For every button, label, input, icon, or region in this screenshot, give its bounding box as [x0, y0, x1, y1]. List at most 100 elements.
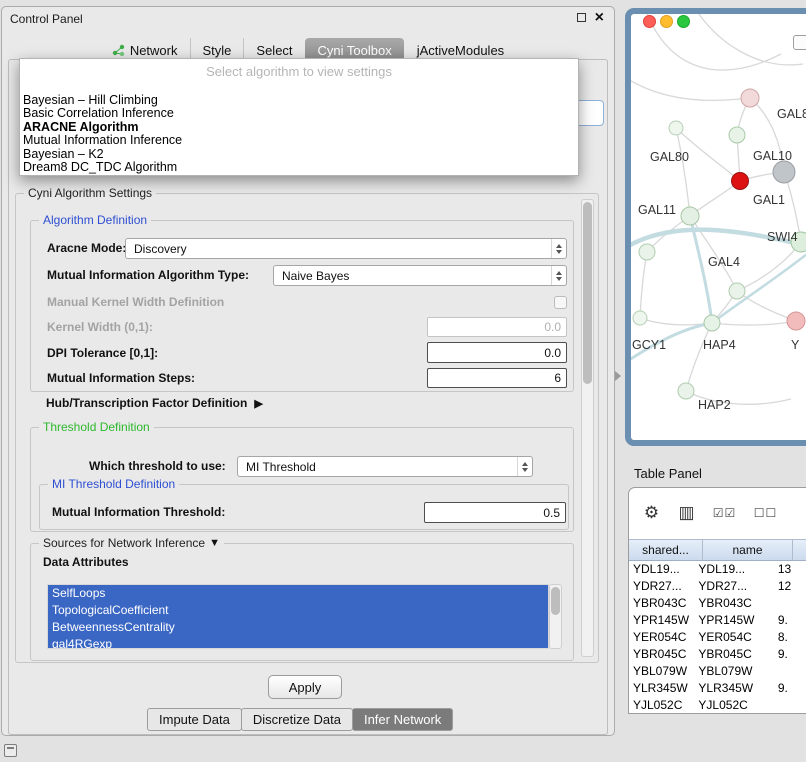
network-edge — [631, 76, 750, 100]
cell: YBL079W — [694, 663, 773, 680]
cell: YBR045C — [629, 646, 694, 663]
close-icon[interactable]: × — [595, 12, 604, 23]
hub-definition-label: Hub/Transcription Factor Definition — [46, 396, 247, 410]
gear-icon[interactable]: ⚙ — [641, 502, 662, 524]
combo-stepper-icon — [517, 457, 532, 476]
mi-steps-input[interactable] — [427, 368, 567, 388]
dropdown-item-basic-correlation[interactable]: Basic Correlation Inference — [20, 107, 578, 120]
algorithm-definition-title-text: Algorithm Definition — [43, 213, 147, 228]
tab-impute-data[interactable]: Impute Data — [147, 708, 242, 731]
threshold-definition-title: Threshold Definition — [39, 420, 154, 435]
table-row[interactable]: YPR145W YPR145W 9. — [629, 612, 806, 629]
dropdown-items: Bayesian – Hill Climbing Basic Correlati… — [20, 94, 578, 174]
mi-threshold-definition-title: MI Threshold Definition — [48, 477, 179, 492]
column-header-extra[interactable] — [793, 539, 806, 561]
network-node[interactable] — [669, 121, 683, 135]
dropdown-item-bayesian-k2[interactable]: Bayesian – K2 — [20, 148, 578, 161]
cell: YER054C — [694, 629, 773, 646]
dropdown-item-aracne[interactable]: ARACNE Algorithm — [20, 121, 578, 134]
dpi-tolerance-input[interactable] — [427, 342, 567, 363]
table-row[interactable]: YDL19... YDL19... 13 — [629, 561, 806, 578]
network-node[interactable] — [678, 383, 694, 399]
list-scrollbar[interactable] — [549, 584, 562, 649]
network-tab-icon — [112, 44, 125, 57]
minimize-traffic-light-icon[interactable] — [660, 15, 673, 28]
mi-threshold-definition-title-text: MI Threshold Definition — [52, 477, 175, 492]
list-item-gal4rgexp[interactable]: gal4RGexp — [48, 636, 548, 649]
column-header-name[interactable]: name — [703, 539, 793, 561]
network-node[interactable] — [729, 283, 745, 299]
settings-scrollbar[interactable] — [581, 199, 594, 657]
mi-steps-label: Mutual Information Steps: — [47, 368, 195, 389]
columns-icon[interactable]: ▥ — [676, 502, 697, 524]
kernel-width-input[interactable] — [427, 317, 567, 337]
cell: 8. — [774, 629, 806, 646]
table-row[interactable]: YER054C YER054C 8. — [629, 629, 806, 646]
tab-infer-network[interactable]: Infer Network — [352, 708, 453, 731]
manual-kernel-checkbox[interactable] — [554, 296, 567, 309]
dropdown-item-mutual-information[interactable]: Mutual Information Inference — [20, 134, 578, 147]
panel-toggle-icon[interactable] — [4, 744, 17, 757]
column-header-shared-name[interactable]: shared... — [629, 539, 703, 561]
network-node[interactable] — [732, 173, 749, 190]
mi-algorithm-type-combobox[interactable]: Naive Bayes — [273, 265, 567, 286]
algorithm-dropdown: Select algorithm to view settings Bayesi… — [19, 58, 579, 176]
window-buttons: × — [577, 12, 604, 23]
chevron-right-icon: ▶ — [254, 397, 262, 410]
network-node[interactable] — [681, 207, 699, 225]
network-edge — [712, 321, 796, 325]
cell: YLR345W — [694, 680, 773, 697]
list-item-selfloops[interactable]: SelfLoops — [48, 585, 548, 602]
node-label: HAP2 — [698, 398, 731, 412]
data-attributes-label: Data Attributes — [43, 552, 129, 573]
which-threshold-label: Which threshold to use: — [89, 456, 226, 477]
list-item-topologicalcoefficient[interactable]: TopologicalCoefficient — [48, 602, 548, 619]
aracne-mode-combobox[interactable]: Discovery — [125, 238, 567, 259]
mi-threshold-label: Mutual Information Threshold: — [52, 502, 225, 523]
mi-threshold-input[interactable] — [424, 502, 566, 523]
list-scrollbar-thumb[interactable] — [551, 587, 560, 615]
combo-stepper-icon — [551, 266, 566, 285]
zoom-traffic-light-icon[interactable] — [677, 15, 690, 28]
cell: 13 — [774, 561, 806, 578]
which-threshold-value: MI Threshold — [246, 460, 517, 474]
view-corner-button[interactable] — [793, 35, 806, 50]
network-node[interactable] — [787, 312, 805, 330]
dropdown-item-bayesian-hill-climbing[interactable]: Bayesian – Hill Climbing — [20, 94, 578, 107]
hub-definition-toggle[interactable]: Hub/Transcription Factor Definition ▶ — [46, 396, 263, 410]
network-node[interactable] — [639, 244, 655, 260]
float-window-icon[interactable] — [577, 13, 586, 22]
table-panel-title: Table Panel — [634, 466, 702, 481]
deselect-all-columns-icon[interactable]: ☐☐ — [752, 502, 779, 524]
node-label: Y — [791, 338, 800, 352]
table-row[interactable]: YBR043C YBR043C — [629, 595, 806, 612]
table-row[interactable]: YJL052C YJL052C — [629, 697, 806, 714]
network-view-window: GAL80GAL80GAL10GAL1GAL11SWI4GAL4GCY1HAP4… — [625, 8, 806, 446]
node-label: GAL80 — [777, 107, 806, 121]
network-node[interactable] — [633, 311, 647, 325]
settings-scrollbar-thumb[interactable] — [583, 202, 592, 384]
dropdown-item-dream8[interactable]: Dream8 DC_TDC Algorithm — [20, 161, 578, 174]
mi-type-value: Naive Bayes — [282, 269, 551, 283]
cell: YLR345W — [629, 680, 694, 697]
table-row[interactable]: YBL079W YBL079W — [629, 663, 806, 680]
network-canvas[interactable]: GAL80GAL80GAL10GAL1GAL11SWI4GAL4GCY1HAP4… — [631, 14, 806, 440]
network-node[interactable] — [704, 315, 720, 331]
table-row[interactable]: YBR045C YBR045C 9. — [629, 646, 806, 663]
which-threshold-combobox[interactable]: MI Threshold — [237, 456, 533, 477]
close-traffic-light-icon[interactable] — [643, 15, 656, 28]
network-node[interactable] — [773, 161, 795, 183]
apply-button[interactable]: Apply — [268, 675, 342, 699]
cell — [774, 595, 806, 612]
network-node[interactable] — [729, 127, 745, 143]
tab-discretize-data[interactable]: Discretize Data — [241, 708, 353, 731]
table-row[interactable]: YDR27... YDR27... 12 — [629, 578, 806, 595]
network-edge — [676, 128, 690, 216]
list-item-betweennesscentrality[interactable]: BetweennessCentrality — [48, 619, 548, 636]
table-row[interactable]: YLR345W YLR345W 9. — [629, 680, 806, 697]
cell: 12 — [774, 578, 806, 595]
splitter-handle[interactable] — [615, 371, 621, 381]
sources-group-title[interactable]: Sources for Network Inference ▼ — [39, 536, 224, 551]
select-all-columns-icon[interactable]: ☑☑ — [711, 502, 738, 524]
network-node[interactable] — [741, 89, 759, 107]
